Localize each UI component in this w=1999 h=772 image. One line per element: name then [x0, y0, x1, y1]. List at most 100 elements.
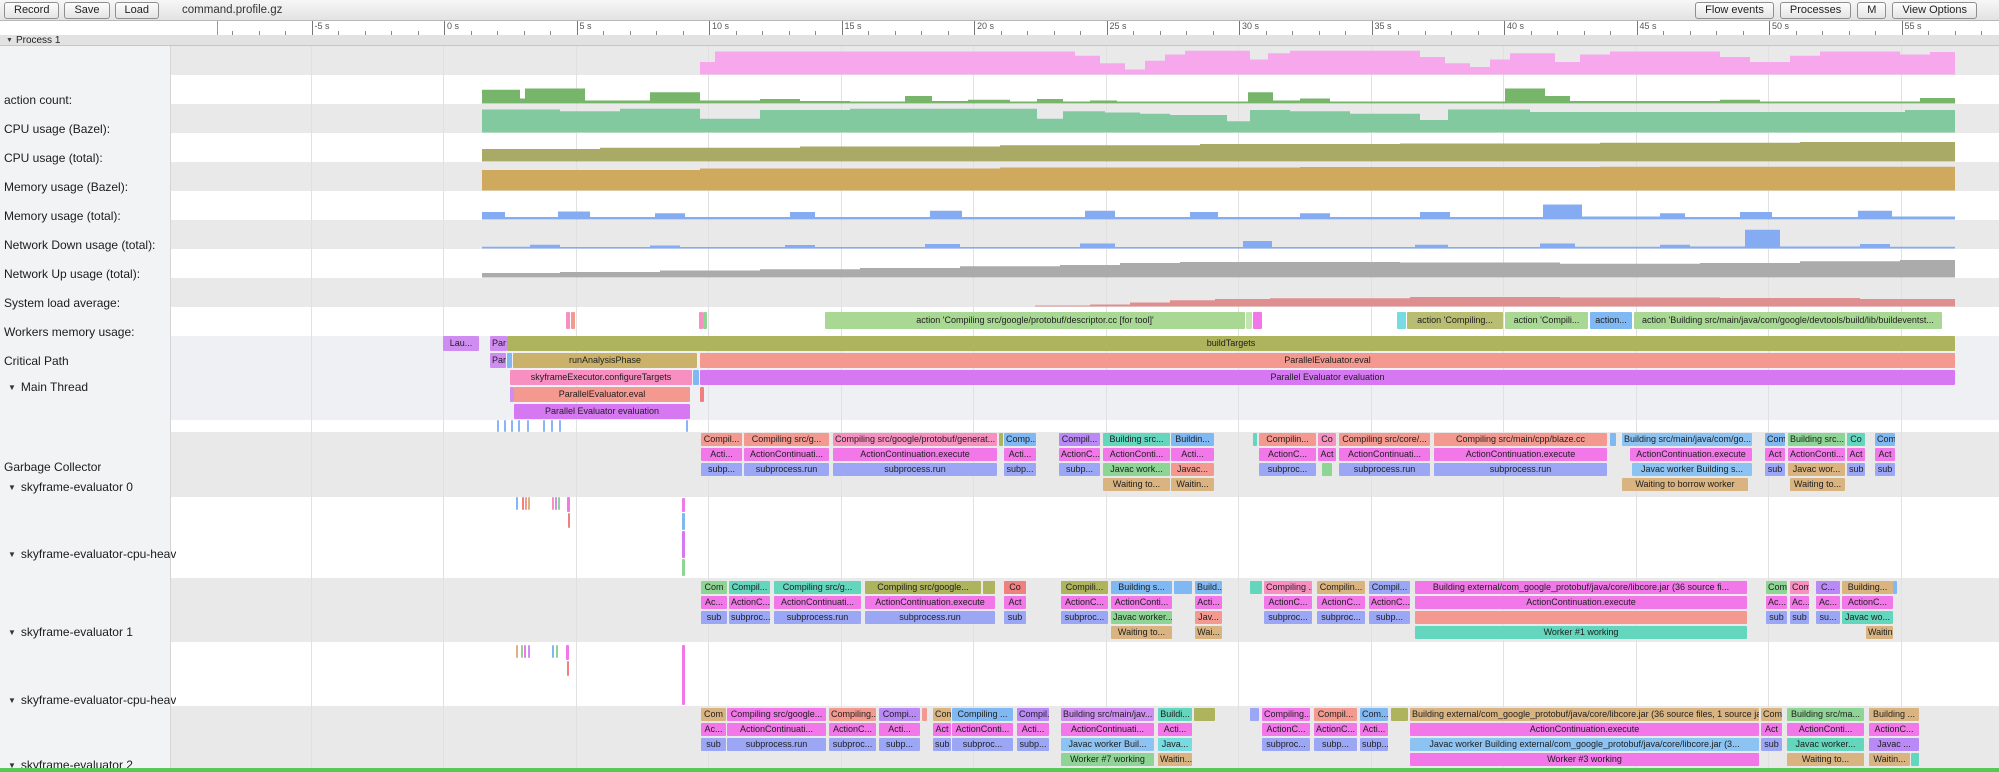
timeline-span[interactable] — [1250, 708, 1259, 721]
timeline-span[interactable]: Com — [1790, 581, 1809, 594]
timeline-span[interactable]: Acti... — [701, 448, 742, 461]
timeline-span[interactable] — [983, 581, 995, 594]
skyframe-evaluator-cpu-heavy-a-mark[interactable] — [516, 497, 518, 510]
timeline-span[interactable]: sub — [1004, 611, 1026, 624]
flow-events-button[interactable]: Flow events — [1695, 2, 1774, 19]
timeline-span[interactable]: Waiting to... — [1790, 478, 1845, 491]
skyframe-evaluator-cpu-heavy-b-mark[interactable] — [566, 645, 569, 660]
timeline-span[interactable] — [703, 312, 707, 329]
timeline-span[interactable] — [1253, 312, 1262, 329]
timeline-span[interactable]: Ac... — [1816, 596, 1840, 609]
skyframe-evaluator-cpu-heavy-b-mark[interactable] — [516, 645, 518, 658]
timeline-span[interactable]: ActionC... — [1264, 596, 1312, 609]
view-options-button[interactable]: View Options — [1892, 2, 1977, 19]
timeline-span[interactable]: subprocess.run — [833, 463, 997, 476]
timeline-span[interactable]: Building external/com_google_protobuf/ja… — [1415, 581, 1747, 594]
timeline-span[interactable]: Acti... — [1158, 723, 1192, 736]
timeline-span[interactable]: Compil... — [1369, 581, 1410, 594]
timeline-span[interactable]: Compiling... — [829, 708, 876, 721]
timeline-span[interactable]: subprocess.run — [1434, 463, 1607, 476]
timeline-span[interactable]: ActionConti... — [1103, 448, 1170, 461]
skyframe-evaluator-cpu-heavy-b-mark[interactable] — [528, 645, 530, 658]
timeline-span[interactable] — [1322, 463, 1332, 476]
timeline-span[interactable]: sub — [933, 738, 951, 751]
timeline-span[interactable]: ActionConti... — [1111, 596, 1172, 609]
timeline-span[interactable]: Building ... — [1869, 708, 1919, 721]
timeline-span[interactable]: Compil... — [1314, 708, 1357, 721]
timeline-span[interactable]: ActionConti... — [1787, 723, 1864, 736]
timeline-span[interactable]: Compil... — [701, 433, 742, 446]
timeline-span[interactable]: Act — [1765, 448, 1785, 461]
timeline-span[interactable] — [566, 312, 570, 329]
timeline-span[interactable]: ActionC... — [1262, 723, 1310, 736]
timeline-span[interactable]: ActionContinuati... — [727, 723, 826, 736]
timeline-span[interactable]: subproc... — [729, 611, 770, 624]
chart-memory-usage-total[interactable] — [0, 162, 1999, 191]
timeline-span[interactable]: Javac worker Buil... — [1061, 738, 1154, 751]
timeline-span[interactable]: Building src... — [1788, 433, 1845, 446]
timeline-span[interactable]: subproc... — [1259, 463, 1316, 476]
timeline-span[interactable]: skyframeExecutor.configureTargets — [510, 370, 692, 385]
timeline-span[interactable]: Acti... — [1017, 723, 1049, 736]
timeline-span[interactable]: ActionContinuati... — [1061, 723, 1154, 736]
timeline-span[interactable]: subproc... — [1317, 611, 1365, 624]
timeline-span[interactable]: Lau... — [443, 336, 479, 351]
timeline-span[interactable]: Compi... — [879, 708, 920, 721]
timeline-span[interactable]: Compili... — [1061, 581, 1108, 594]
timeline-span[interactable]: Building... — [1842, 581, 1893, 594]
skyframe-evaluator-cpu-heavy-a-mark[interactable] — [682, 513, 685, 530]
timeline-span[interactable] — [693, 370, 699, 385]
timeline-span[interactable]: Co — [1004, 581, 1026, 594]
timeline-span[interactable] — [1415, 611, 1747, 624]
timeline-span[interactable]: Javac work... — [1103, 463, 1170, 476]
timeline-span[interactable]: Waiting to... — [1111, 626, 1172, 639]
track-label-row[interactable]: ▼skyframe-evaluator-cpu-heavy- — [8, 693, 176, 708]
timeline-span[interactable]: subp... — [701, 463, 742, 476]
skyframe-evaluator-cpu-heavy-a-mark[interactable] — [682, 498, 685, 512]
garbage-collector-ticks-mark[interactable] — [686, 420, 688, 432]
timeline-span[interactable]: Jav... — [1195, 611, 1222, 624]
timeline-span[interactable]: sub — [1790, 611, 1809, 624]
timeline-span[interactable]: Com — [1766, 581, 1787, 594]
skyframe-evaluator-cpu-heavy-b-mark[interactable] — [521, 645, 523, 658]
timeline-span[interactable]: Compiling src/google... — [727, 708, 826, 721]
timeline-span[interactable]: Act — [1761, 723, 1782, 736]
timeline-span[interactable]: Compiling src/g... — [774, 581, 861, 594]
timeline-span[interactable]: Com — [701, 708, 726, 721]
chart-cpu-usage-bazel[interactable] — [0, 75, 1999, 104]
timeline-span[interactable]: Compilin... — [1317, 581, 1365, 594]
chart-system-load-average[interactable] — [0, 249, 1999, 278]
timeline-span[interactable]: subp... — [1369, 611, 1410, 624]
timeline-span[interactable]: Acti... — [1171, 448, 1214, 461]
timeline-span[interactable]: ActionConti... — [952, 723, 1013, 736]
timeline-span[interactable]: ActionContinuati... — [744, 448, 829, 461]
skyframe-evaluator-cpu-heavy-a-mark[interactable] — [682, 531, 685, 558]
timeline-span[interactable]: su... — [1816, 611, 1840, 624]
timeline-span[interactable]: subproc... — [829, 738, 876, 751]
garbage-collector-ticks-mark[interactable] — [551, 420, 553, 432]
timeline-span[interactable]: Waiting to... — [1787, 753, 1864, 766]
timeline-span[interactable]: Ac... — [701, 596, 727, 609]
timeline-span[interactable] — [507, 353, 512, 368]
chart-network-up[interactable] — [0, 220, 1999, 249]
processes-button[interactable]: Processes — [1780, 2, 1851, 19]
skyframe-evaluator-cpu-heavy-a-mark[interactable] — [522, 497, 524, 510]
skyframe-evaluator-cpu-heavy-a-mark[interactable] — [555, 497, 557, 510]
timeline-span[interactable] — [1246, 312, 1252, 329]
timeline-span[interactable]: ActionContinuati... — [1339, 448, 1430, 461]
skyframe-evaluator-cpu-heavy-b-mark[interactable] — [552, 645, 554, 658]
timeline-span[interactable]: Javac ... — [1869, 738, 1919, 751]
timeline-span[interactable]: ActionC... — [1369, 596, 1410, 609]
timeline-span[interactable]: Worker #1 working — [1415, 626, 1747, 639]
timeline-span[interactable]: Worker #3 working — [1410, 753, 1759, 766]
timeline-span[interactable]: subprocess.run — [774, 611, 861, 624]
timeline-span[interactable]: Com — [701, 581, 727, 594]
timeline-span[interactable]: Javac wor... — [1788, 463, 1845, 476]
load-button[interactable]: Load — [115, 2, 159, 19]
timeline-span[interactable]: Act — [1318, 448, 1336, 461]
timeline-span[interactable]: Java... — [1158, 738, 1192, 751]
timeline-span[interactable]: Acti... — [1360, 723, 1388, 736]
timeline-span[interactable]: Building src/main/jav... — [1061, 708, 1154, 721]
skyframe-evaluator-cpu-heavy-a-mark[interactable] — [558, 497, 560, 510]
timeline-span[interactable] — [999, 433, 1003, 446]
